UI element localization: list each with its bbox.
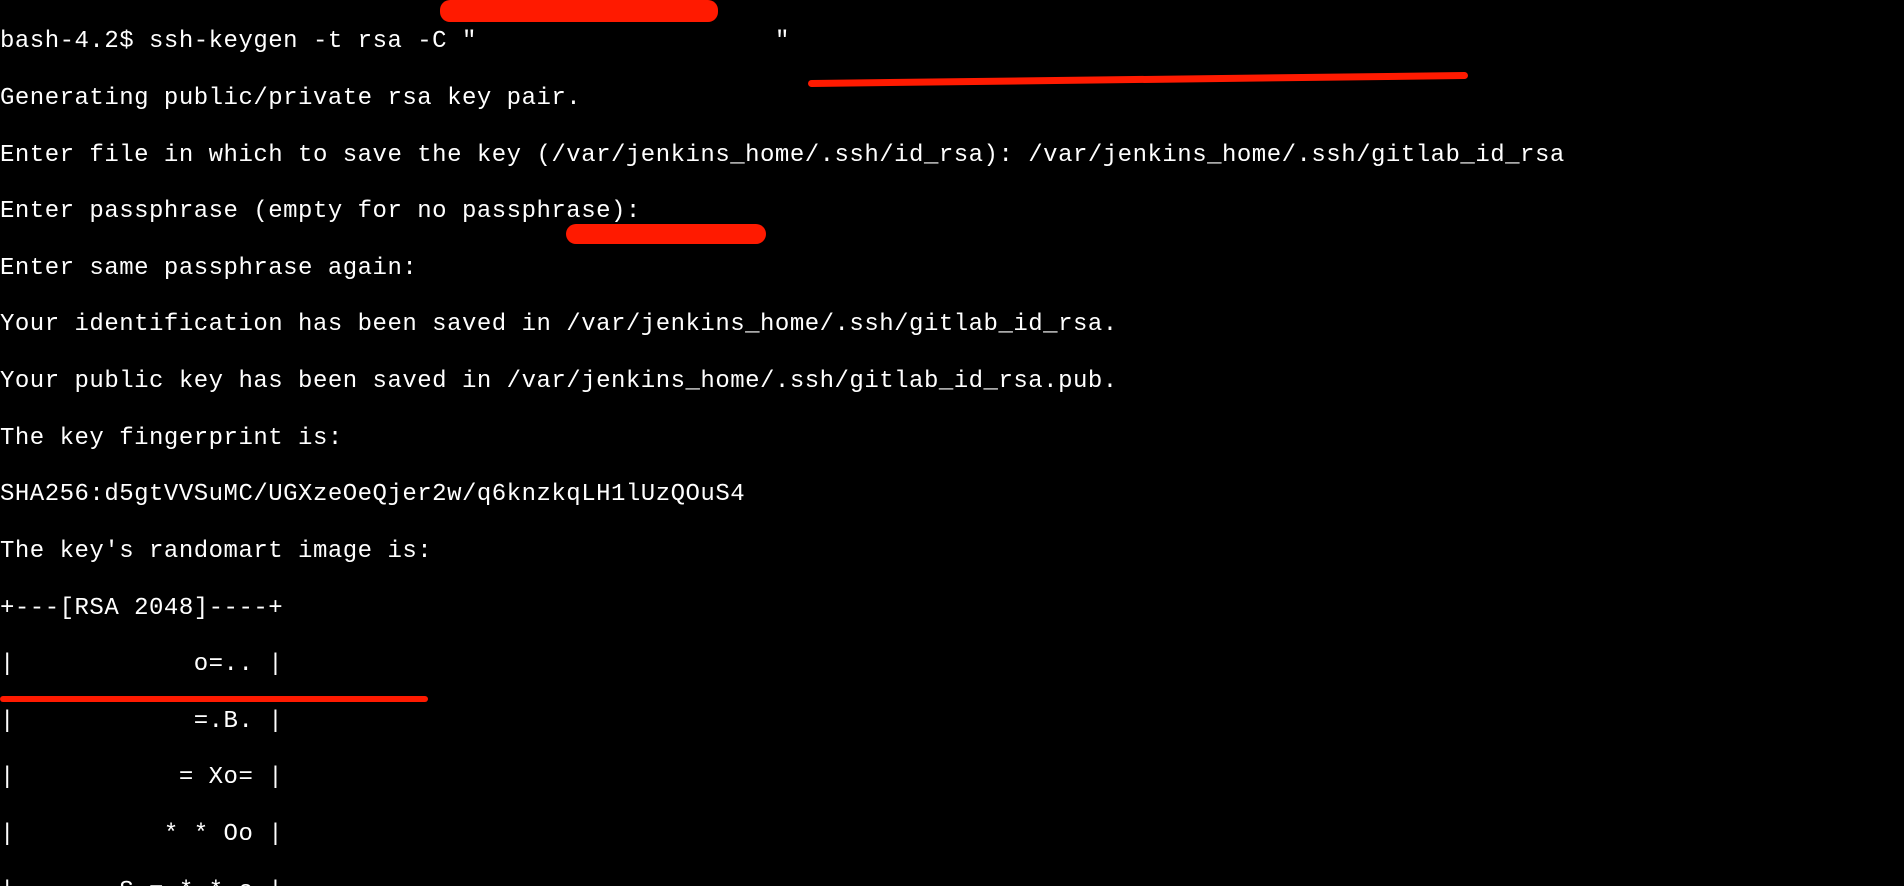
randomart-line: | =.B. | <box>0 708 1904 736</box>
terminal-line: The key's randomart image is: <box>0 538 1904 566</box>
terminal-line: The key fingerprint is: <box>0 425 1904 453</box>
terminal-line: Generating public/private rsa key pair. <box>0 85 1904 113</box>
randomart-line: | o=.. | <box>0 651 1904 679</box>
terminal-line: Enter same passphrase again: <box>0 255 1904 283</box>
terminal-line: Enter file in which to save the key (/va… <box>0 142 1904 170</box>
terminal-line: Enter passphrase (empty for no passphras… <box>0 198 1904 226</box>
terminal-line: Your identification has been saved in /v… <box>0 311 1904 339</box>
underline-mark <box>0 696 428 702</box>
randomart-line: | * * Oo | <box>0 821 1904 849</box>
randomart-line: | S = * * o | <box>0 878 1904 886</box>
command-text: ssh-keygen -t rsa -C " <box>149 28 477 55</box>
terminal-line: bash-4.2$ ssh-keygen -t rsa -C " " <box>0 28 1904 56</box>
terminal-line: SHA256:d5gtVVSuMC/UGXzeOeQjer2w/q6knzkqL… <box>0 481 1904 509</box>
redaction-mark <box>566 224 766 244</box>
randomart-line: +---[RSA 2048]----+ <box>0 595 1904 623</box>
terminal-line: Your public key has been saved in /var/j… <box>0 368 1904 396</box>
shell-prompt: bash-4.2$ <box>0 28 149 55</box>
randomart-line: | = Xo= | <box>0 764 1904 792</box>
redaction-mark <box>440 0 718 22</box>
command-text-end: " <box>775 28 790 55</box>
redacted-space <box>477 28 775 55</box>
terminal-window[interactable]: bash-4.2$ ssh-keygen -t rsa -C " " Gener… <box>0 0 1904 886</box>
